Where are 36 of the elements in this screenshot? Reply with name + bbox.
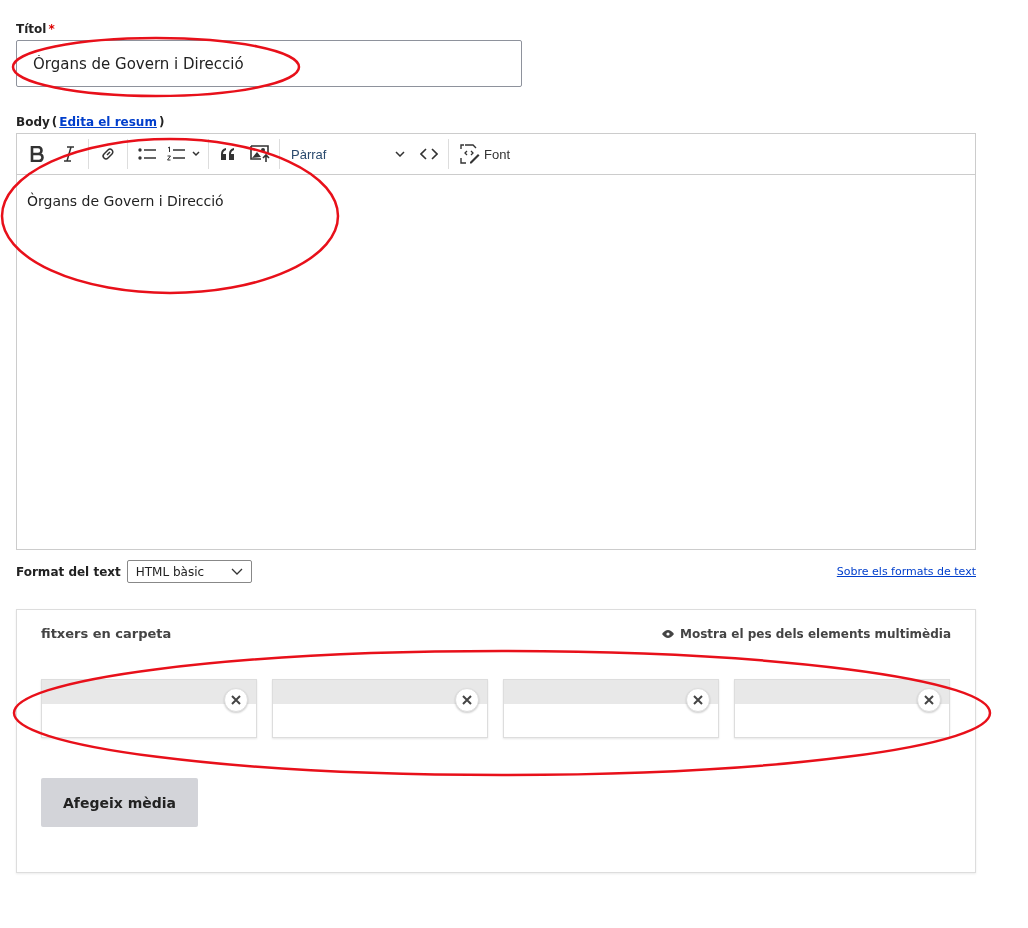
eye-icon [662,629,674,638]
help-link[interactable]: Sobre els formats de text [836,565,976,578]
bulleted-list-icon [138,147,156,161]
heading-dropdown[interactable]: Pàrraf [283,138,413,170]
close-icon [462,695,472,705]
quote-icon [220,148,236,160]
bold-icon [30,146,44,162]
title-input[interactable]: Òrgans de Govern i Direcció [16,40,522,87]
remove-button[interactable] [455,688,479,712]
remove-button[interactable] [917,688,941,712]
add-media-button[interactable]: Afegeix mèdia [41,778,198,827]
source-button[interactable]: Font [452,138,518,170]
numbered-list-icon [167,146,201,162]
show-weights-toggle[interactable]: Mostra el pes dels elements multimèdia [662,626,951,641]
field-label: Títol [16,22,47,36]
remove-button[interactable] [224,688,248,712]
caret-icon [395,151,405,157]
remove-button[interactable] [686,688,710,712]
source-edit-icon [460,144,480,164]
italic-icon [63,146,75,162]
field-label: Format del text [16,564,121,579]
panel-title: fitxers en carpeta [41,626,172,641]
close-icon [924,695,934,705]
editor-content[interactable]: Òrgans de Govern i Direcció [17,175,975,549]
parenthesis: ( [51,115,58,129]
summary-link[interactable]: Edita el resum [59,115,157,129]
close-icon [693,695,703,705]
field-label: Body [16,115,50,129]
parenthesis: ) [158,115,165,129]
code-icon [420,148,438,160]
required-mark: * [48,22,55,36]
close-icon [231,695,241,705]
caret-icon [230,568,243,575]
image-upload-icon [250,145,270,163]
link-icon [100,146,116,162]
format-select[interactable]: HTML bàsic [126,560,252,583]
